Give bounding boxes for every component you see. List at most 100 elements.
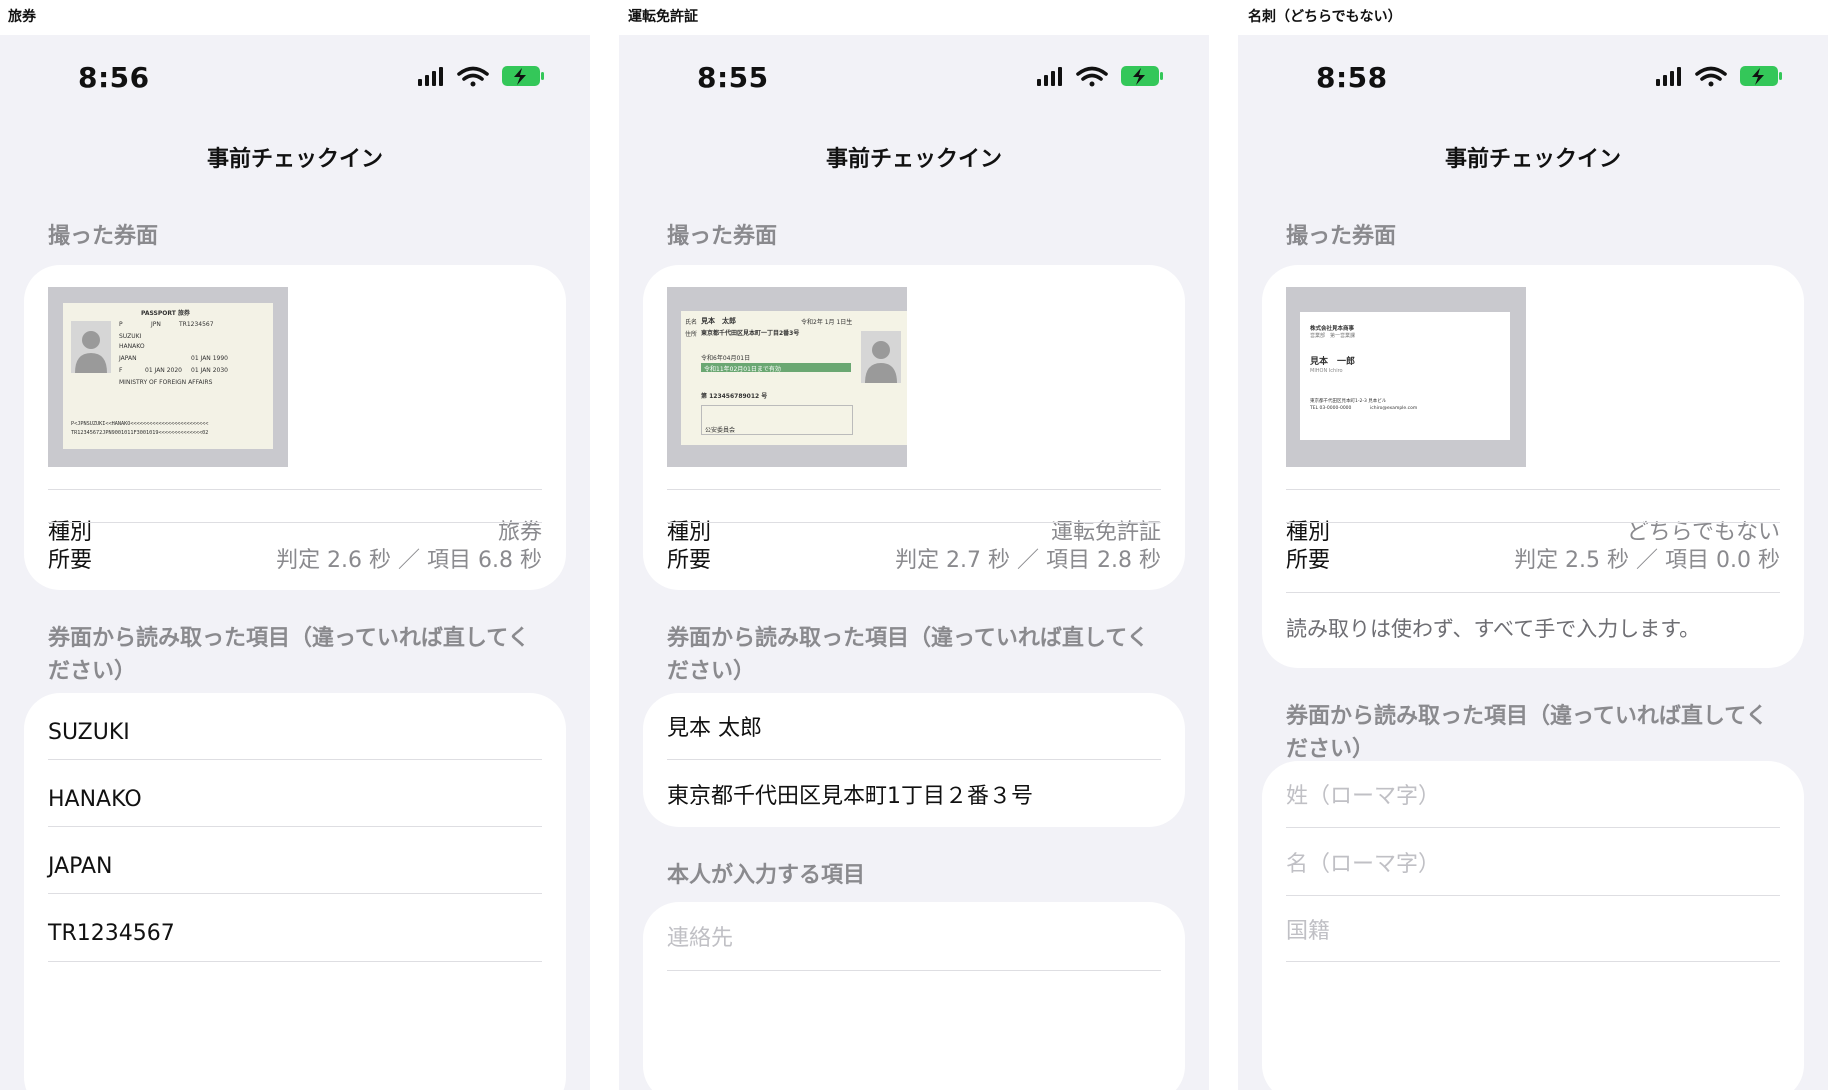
section-header-self-input: 本人が入力する項目 bbox=[667, 863, 866, 888]
phone-screen-license: 8:55 事前チェックイン 撮った券面 氏名 見本 太郎 令和2年 1月 1日生… bbox=[619, 35, 1209, 1090]
field-next[interactable] bbox=[667, 970, 1161, 1049]
doc-address-label: 住所 bbox=[685, 331, 698, 338]
nav-title: 事前チェックイン bbox=[206, 147, 383, 172]
portrait-placeholder-icon bbox=[861, 331, 901, 383]
field-address[interactable]: 東京都千代田区見本町1丁目２番３号 bbox=[667, 759, 1161, 827]
doc-address: 東京都千代田区見本町一丁目2番3号 bbox=[701, 330, 800, 337]
read-fields-card: SUZUKI HANAKO JAPAN TR1234567 bbox=[24, 693, 566, 1090]
battery-charging-icon bbox=[502, 66, 544, 86]
doc-passport-header: PASSPORT 旅券 bbox=[141, 310, 190, 317]
column-caption: 名刺（どちらでもない） bbox=[1248, 9, 1402, 25]
phone-screen-passport: 8:56 事前チェックイン 撮った券面 PASSPORT 旅券 P JPN TR… bbox=[0, 35, 590, 1090]
phone-screen-business-card: 8:58 事前チェックイン 撮った券面 株式会社見本商事 営業部 第一営業課 見… bbox=[1238, 35, 1828, 1090]
field-surname-placeholder[interactable]: 姓（ローマ字） bbox=[1286, 778, 1440, 810]
cellular-signal-icon bbox=[418, 67, 443, 86]
doc-country: JPN bbox=[151, 321, 161, 328]
divider bbox=[48, 489, 542, 490]
doc-mail: ichiro@example.com bbox=[1370, 406, 1418, 411]
doc-number: 第 123456789012 号 bbox=[701, 393, 768, 400]
manual-entry-note: 読み取りは使わず、すべて手で入力します。 bbox=[1286, 617, 1701, 641]
doc-mrz-line-2: TR12345672JPN9001011F3001019<<<<<<<<<<<<… bbox=[71, 430, 209, 436]
field-surname-romaji[interactable]: 姓（ローマ字） bbox=[1286, 761, 1780, 827]
doc-given: HANAKO bbox=[119, 343, 145, 350]
column-caption: 旅券 bbox=[8, 9, 36, 25]
doc-dept: 営業部 第一営業課 bbox=[1310, 333, 1356, 339]
business-card-image: 株式会社見本商事 営業部 第一営業課 見本 一郎 MIHON Ichiro 東京… bbox=[1300, 312, 1510, 440]
field-given-placeholder[interactable]: 名（ローマ字） bbox=[1286, 846, 1440, 878]
cellular-signal-icon bbox=[1037, 67, 1062, 86]
status-icons bbox=[418, 66, 544, 87]
status-time: 8:56 bbox=[78, 61, 150, 94]
section-header-photo: 撮った券面 bbox=[667, 224, 778, 249]
section-header-read-fields: 券面から読み取った項目（違っていれば直してください） bbox=[48, 626, 530, 684]
section-header-read-fields: 券面から読み取った項目（違っていれば直してください） bbox=[1286, 704, 1768, 762]
row-duration: 所要 判定 2.7 秒 ／ 項目 2.8 秒 bbox=[667, 522, 1161, 590]
row-duration: 所要 判定 2.6 秒 ／ 項目 6.8 秒 bbox=[48, 522, 542, 590]
battery-charging-icon bbox=[1740, 66, 1782, 86]
field-given-romaji[interactable]: 名（ローマ字） bbox=[1286, 827, 1780, 896]
doc-birth: 令和2年 1月 1日生 bbox=[801, 319, 853, 326]
section-header-read-fields: 券面から読み取った項目（違っていれば直してください） bbox=[667, 626, 1149, 684]
field-contact[interactable]: 連絡先 bbox=[667, 902, 1161, 970]
row-duration-value: 判定 2.5 秒 ／ 項目 0.0 秒 bbox=[1514, 548, 1780, 573]
field-next[interactable] bbox=[48, 961, 542, 1040]
row-duration-value: 判定 2.7 秒 ／ 項目 2.8 秒 bbox=[895, 548, 1161, 573]
row-duration-value: 判定 2.6 秒 ／ 項目 6.8 秒 bbox=[276, 548, 542, 573]
doc-person-name: 見本 一郎 bbox=[1310, 357, 1356, 367]
doc-nationality: JAPAN bbox=[119, 355, 137, 362]
section-header-photo: 撮った券面 bbox=[1286, 224, 1397, 249]
doc-name: 見本 太郎 bbox=[701, 317, 736, 325]
battery-charging-icon bbox=[1121, 66, 1163, 86]
wifi-icon bbox=[1076, 66, 1108, 87]
field-passport-number-value[interactable]: TR1234567 bbox=[48, 921, 175, 946]
doc-expiry: 01 JAN 2030 bbox=[191, 367, 228, 374]
portrait-placeholder-icon bbox=[71, 321, 111, 373]
section-header-photo: 撮った券面 bbox=[48, 224, 159, 249]
captured-document-thumbnail[interactable]: 氏名 見本 太郎 令和2年 1月 1日生 住所 東京都千代田区見本町一丁目2番3… bbox=[667, 287, 907, 467]
doc-footer: 公安委員会 bbox=[705, 427, 736, 434]
field-address-value[interactable]: 東京都千代田区見本町1丁目２番３号 bbox=[667, 778, 1033, 810]
cellular-signal-icon bbox=[1656, 67, 1681, 86]
doc-surname: SUZUKI bbox=[119, 333, 142, 340]
doc-number: TR1234567 bbox=[179, 321, 214, 328]
doc-tel: TEL 03-0000-0000 bbox=[1310, 406, 1352, 411]
status-icons bbox=[1656, 66, 1782, 87]
field-nationality-placeholder[interactable]: 国籍 bbox=[1286, 913, 1330, 945]
field-next[interactable] bbox=[1286, 961, 1780, 1040]
status-time: 8:55 bbox=[697, 61, 769, 94]
license-image: 氏名 見本 太郎 令和2年 1月 1日生 住所 東京都千代田区見本町一丁目2番3… bbox=[681, 311, 907, 445]
doc-authority: MINISTRY OF FOREIGN AFFAIRS bbox=[119, 379, 213, 386]
status-icons bbox=[1037, 66, 1163, 87]
doc-issue: 01 JAN 2020 bbox=[145, 367, 182, 374]
row-duration: 所要 判定 2.5 秒 ／ 項目 0.0 秒 bbox=[1286, 522, 1780, 593]
field-nationality-value[interactable]: JAPAN bbox=[48, 854, 113, 879]
captured-document-thumbnail[interactable]: PASSPORT 旅券 P JPN TR1234567 SUZUKI HANAK… bbox=[48, 287, 288, 467]
field-name-value[interactable]: 見本 太郎 bbox=[667, 710, 762, 742]
doc-name-label: 氏名 bbox=[685, 319, 698, 326]
read-fields-card: 姓（ローマ字） 名（ローマ字） 国籍 bbox=[1262, 761, 1804, 1090]
summary-card: 氏名 見本 太郎 令和2年 1月 1日生 住所 東京都千代田区見本町一丁目2番3… bbox=[643, 265, 1185, 590]
row-duration-label: 所要 bbox=[48, 548, 93, 573]
field-contact-placeholder[interactable]: 連絡先 bbox=[667, 920, 733, 952]
field-name[interactable]: 見本 太郎 bbox=[667, 693, 1161, 759]
captured-document-thumbnail[interactable]: 株式会社見本商事 営業部 第一営業課 見本 一郎 MIHON Ichiro 東京… bbox=[1286, 287, 1526, 467]
field-given-name-value[interactable]: HANAKO bbox=[48, 787, 142, 812]
row-duration-label: 所要 bbox=[1286, 548, 1331, 573]
doc-type: P bbox=[119, 321, 123, 328]
field-surname-value[interactable]: SUZUKI bbox=[48, 720, 130, 745]
field-nationality[interactable]: 国籍 bbox=[1286, 895, 1780, 962]
divider bbox=[1286, 489, 1780, 490]
wifi-icon bbox=[1695, 66, 1727, 87]
row-duration-label: 所要 bbox=[667, 548, 712, 573]
doc-romaji: MIHON Ichiro bbox=[1310, 368, 1343, 374]
summary-card: 株式会社見本商事 営業部 第一営業課 見本 一郎 MIHON Ichiro 東京… bbox=[1262, 265, 1804, 668]
doc-birth: 01 JAN 1990 bbox=[191, 355, 228, 362]
self-input-card: 連絡先 bbox=[643, 902, 1185, 1090]
doc-sex: F bbox=[119, 367, 123, 374]
nav-title: 事前チェックイン bbox=[825, 147, 1002, 172]
doc-company: 株式会社見本商事 bbox=[1310, 326, 1355, 332]
doc-issued: 令和6年04月01日 bbox=[701, 355, 751, 362]
validity-bar: 令和11年02月01日まで有効 bbox=[701, 363, 851, 373]
divider bbox=[667, 489, 1161, 490]
summary-card: PASSPORT 旅券 P JPN TR1234567 SUZUKI HANAK… bbox=[24, 265, 566, 590]
